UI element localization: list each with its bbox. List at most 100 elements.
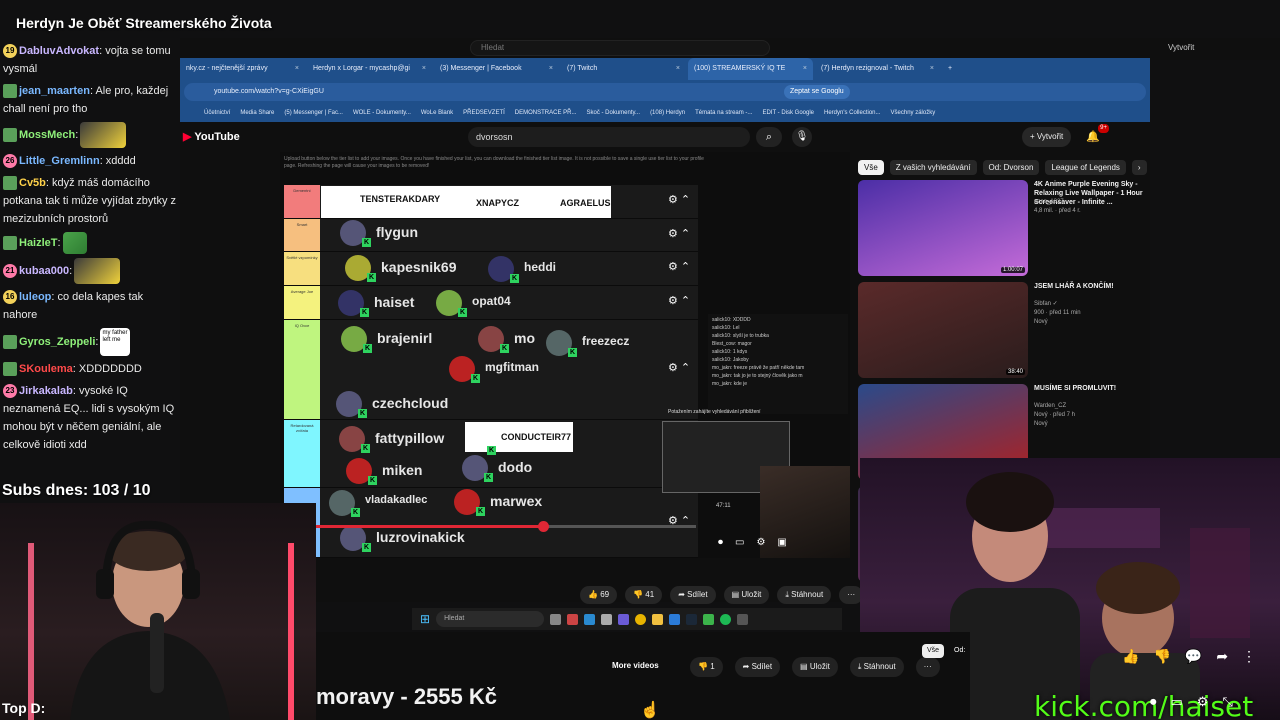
gear-icon[interactable]: ⚙	[668, 261, 678, 273]
app-icon[interactable]	[584, 613, 596, 625]
streamer-name[interactable]: CONDUCTEIR77	[501, 432, 571, 442]
gear-icon[interactable]: ⚙	[668, 362, 678, 374]
browser-tab[interactable]: Herdyn x Lorgar - mycashp@gi ×	[307, 58, 432, 80]
chat-username[interactable]: MossMech	[19, 129, 75, 141]
bookmark-item[interactable]: WOLE - Dokumenty...	[353, 104, 411, 122]
dislike-button[interactable]: 👎 41	[625, 586, 663, 604]
video-title[interactable]: JSEM LHÁŘ A KONČÍM!	[1034, 282, 1146, 291]
app-icon[interactable]	[601, 613, 613, 625]
tier-label[interactable]: Dementní	[284, 185, 320, 218]
bookmark-item[interactable]: Herdyn's Collection...	[824, 104, 881, 122]
streamer-name[interactable]: heddi	[524, 260, 556, 274]
chat-username[interactable]: HaizleT	[19, 237, 58, 249]
close-icon[interactable]: ×	[549, 58, 553, 80]
create-button[interactable]: + Vytvořit	[1022, 127, 1072, 147]
streamer-name[interactable]: fattypillow	[375, 430, 444, 446]
filter-chip[interactable]: League of Legends	[1045, 160, 1126, 175]
settings-icon[interactable]: ⚙	[1197, 694, 1209, 710]
chat-username[interactable]: kubaa000	[19, 265, 69, 277]
chat-username[interactable]: Cv5b	[19, 177, 46, 189]
gear-icon[interactable]: ⚙	[668, 295, 678, 307]
streamer-name[interactable]: marwex	[490, 493, 542, 509]
recommended-video[interactable]: 38:40 JSEM LHÁŘ A KONČÍM! Sibfan ✓ 900 · př…	[858, 282, 1148, 380]
bookmark-item[interactable]: Účetnictví	[204, 104, 230, 122]
more-videos-label[interactable]: More videos	[612, 661, 659, 670]
streamer-name[interactable]: dodo	[498, 459, 532, 475]
fullscreen-exit-icon[interactable]: ⤡	[1222, 694, 1232, 710]
download-button[interactable]: ⤓ Stáhnout	[849, 657, 904, 677]
recommended-video[interactable]: 1:00:07 4K Anime Purple Evening Sky - Rel…	[858, 180, 1148, 278]
close-icon[interactable]: ×	[930, 58, 934, 80]
chevron-up-icon[interactable]: ⌃	[678, 228, 690, 240]
dislike-button[interactable]: 👎 1	[690, 657, 723, 677]
download-button[interactable]: ⤓ Stáhnout	[777, 586, 832, 604]
spotify-icon[interactable]	[720, 613, 732, 625]
chat-username[interactable]: SKoulema	[19, 363, 73, 375]
windows-start-icon[interactable]: ⊞	[420, 612, 430, 626]
close-icon[interactable]: ×	[295, 58, 299, 80]
dislike-icon[interactable]: 👎	[1153, 648, 1170, 665]
like-button[interactable]: 👍 69	[580, 586, 618, 604]
progress-handle[interactable]	[538, 521, 549, 532]
streamer-name[interactable]: brajenirl	[377, 330, 432, 346]
browser-tab[interactable]: nky.cz - nejčtenější zprávy ×	[180, 58, 305, 80]
chevron-up-icon[interactable]: ⌃	[678, 362, 690, 374]
youtube-logo[interactable]: ▶ YouTube	[183, 130, 240, 143]
chat-username[interactable]: jean_maarten	[19, 85, 90, 97]
tier-label[interactable]: Smart	[284, 219, 320, 251]
chat-username[interactable]: DabluvAdvokat	[19, 45, 99, 57]
streamer-name[interactable]: luzrovinakick	[376, 529, 465, 545]
channel-name[interactable]: Warden_CZ	[1034, 402, 1146, 410]
app-icon[interactable]	[703, 613, 715, 625]
bookmark-item[interactable]: DEMONSTRACE PŘ...	[515, 104, 577, 122]
task-view-icon[interactable]	[550, 613, 562, 625]
more-icon[interactable]: ⋮	[1242, 648, 1256, 665]
chat-username[interactable]: Gyros_Zeppeli	[19, 336, 95, 348]
ask-google-button[interactable]: Zeptat se Googlu	[784, 85, 850, 99]
chrome-icon[interactable]	[635, 613, 647, 625]
share-button[interactable]: ➦ Sdílet	[670, 586, 716, 604]
save-button[interactable]: ▤ Uložit	[792, 657, 838, 677]
address-bar[interactable]: youtube.com/watch?v=g-CXiEigGU	[184, 83, 1146, 101]
bookmark-item[interactable]: Všechny záložky	[891, 104, 936, 122]
tier-label[interactable]: Retardovaná zvířata	[284, 420, 320, 487]
new-tab-button[interactable]: +	[942, 58, 1067, 80]
channel-name[interactable]: ozan_1327	[1034, 198, 1146, 206]
chat-username[interactable]: Little_Gremlinn	[19, 155, 100, 167]
streamer-name[interactable]: XNAPYCZ	[476, 198, 519, 208]
streamer-name[interactable]: freezecz	[582, 334, 629, 348]
folder-icon[interactable]	[652, 613, 664, 625]
bookmark-item[interactable]: Skoč - Dokumenty...	[586, 104, 640, 122]
browser-tab[interactable]: (7) Herdyn rezignoval - Twitch ×	[815, 58, 940, 80]
search-icon[interactable]: ⌕	[756, 127, 782, 147]
video-progress-bar[interactable]	[316, 521, 696, 532]
gear-icon[interactable]: ⚙	[668, 194, 678, 206]
bookmark-item[interactable]: (5) Messenger | Fac...	[284, 104, 343, 122]
microphone-icon[interactable]: 🎙	[792, 127, 812, 147]
youtube-search-input[interactable]: dvorsosn	[468, 127, 750, 147]
app-icon[interactable]	[686, 613, 698, 625]
miniplayer-icon[interactable]: ▣	[777, 537, 786, 548]
bookmark-item[interactable]: Témata na stream -...	[695, 104, 752, 122]
streamer-name[interactable]: vladakadlec	[365, 494, 427, 506]
chevron-up-icon[interactable]: ⌃	[678, 194, 690, 206]
save-button[interactable]: ▤ Uložit	[723, 586, 770, 604]
filter-chip[interactable]: Vše	[858, 160, 884, 175]
toggle-icon[interactable]: ⏺	[718, 537, 723, 548]
streamer-name[interactable]: AGRAELUS	[560, 198, 611, 208]
share-icon[interactable]: ➦	[1216, 648, 1228, 665]
tier-label[interactable]: Světlé vzpomínky	[284, 252, 320, 285]
tier-label[interactable]: Average Joe	[284, 286, 320, 319]
chevron-up-icon[interactable]: ⌃	[678, 261, 690, 273]
streamer-name[interactable]: czechcloud	[372, 395, 448, 411]
video-thumbnail[interactable]: 38:40	[858, 282, 1028, 378]
app-icon[interactable]	[669, 613, 681, 625]
close-icon[interactable]: ×	[676, 58, 680, 80]
outer-search-input[interactable]: Hledat	[470, 40, 770, 56]
streamer-name[interactable]: mgfitman	[485, 360, 539, 374]
streamer-name[interactable]: miken	[382, 462, 422, 478]
streamer-name[interactable]: TENSTERAKDARY	[360, 194, 440, 204]
toggle-icon[interactable]: ⏺	[1150, 694, 1157, 710]
streamer-name[interactable]: kapesnik69	[381, 259, 457, 275]
bookmark-item[interactable]: WoLe Blank	[421, 104, 453, 122]
